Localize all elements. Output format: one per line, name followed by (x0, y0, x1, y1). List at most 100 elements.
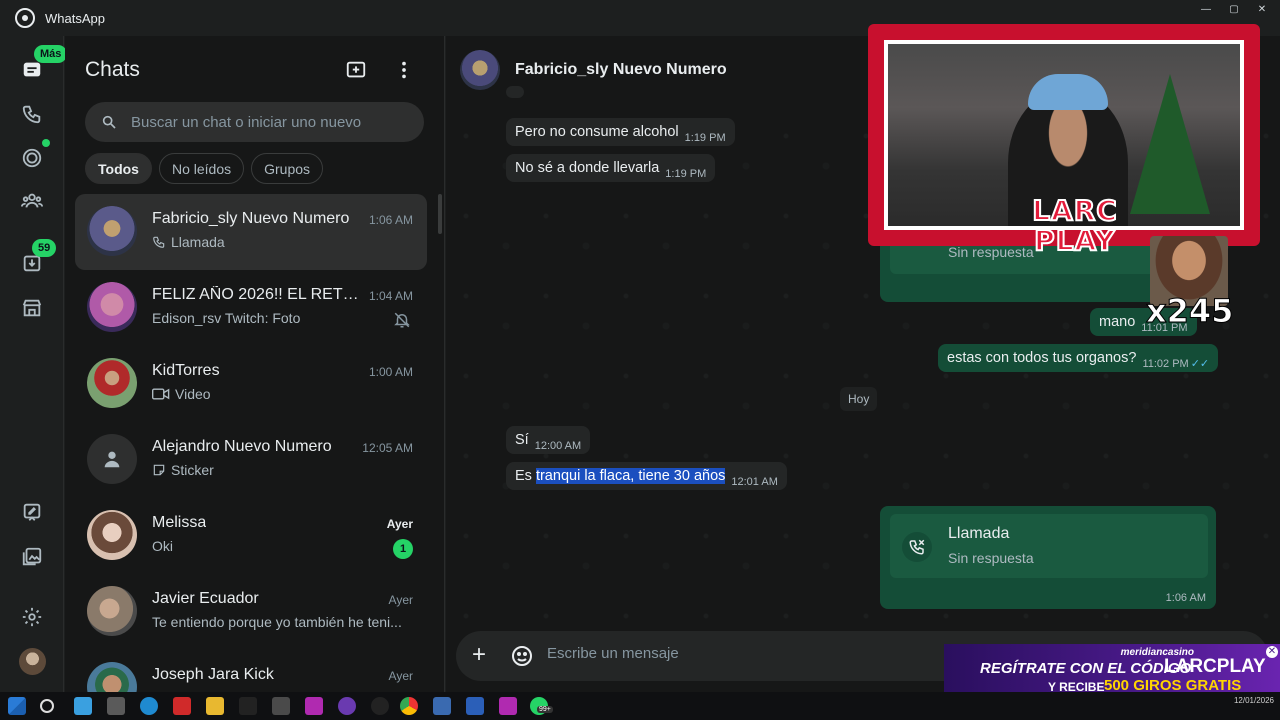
chat-row[interactable]: Alejandro Nuevo Numero 12:05 AM Sticker (75, 422, 427, 498)
missed-call-icon (902, 532, 932, 562)
app-taskbar-icon[interactable] (499, 697, 517, 715)
chat-row[interactable]: KidTorres 1:00 AM Video (75, 346, 427, 422)
meta-ai-nav-icon[interactable] (18, 498, 46, 526)
call-time: 1:06 AM (1165, 592, 1206, 604)
windows-taskbar: 99+ 12/01/2026 (0, 692, 1280, 720)
status-nav-icon[interactable] (18, 144, 46, 172)
logo-line1: LARC (1031, 194, 1118, 227)
filter-all[interactable]: Todos (85, 153, 152, 184)
chat-list-scrollbar[interactable] (438, 194, 442, 234)
muted-bell-icon (394, 312, 410, 328)
store-taskbar-icon[interactable] (74, 697, 92, 715)
media-nav-icon[interactable] (18, 543, 46, 571)
folder-icon[interactable] (206, 697, 224, 715)
app-taskbar-icon[interactable] (173, 697, 191, 715)
search-bar[interactable] (85, 102, 424, 142)
calculator-icon[interactable] (433, 697, 451, 715)
message-text: mano (1099, 314, 1136, 330)
video-icon (152, 388, 170, 400)
search-input[interactable] (131, 113, 411, 131)
app-taskbar-icon[interactable] (107, 697, 125, 715)
minimize-button[interactable]: — (1196, 4, 1216, 18)
search-icon (102, 115, 116, 129)
chat-row[interactable]: Joseph Jara Kick Ayer (75, 650, 427, 692)
word-icon[interactable] (466, 697, 484, 715)
chat-time: 1:00 AM (368, 365, 413, 379)
message-text: Pero no consume alcohol (515, 124, 679, 140)
chat-time: 1:04 AM (368, 289, 413, 303)
settings-gear-icon[interactable] (18, 603, 46, 631)
chat-avatar (87, 586, 137, 636)
app-taskbar-icon[interactable] (371, 697, 389, 715)
day-divider: Hoy (840, 387, 878, 411)
start-icon[interactable] (8, 697, 26, 715)
app-taskbar-icon[interactable] (239, 697, 257, 715)
message-bubble[interactable]: Sí 12:00 AM (506, 426, 591, 454)
chat-time: Ayer (388, 593, 413, 607)
ad-close-icon: ✕ (1266, 646, 1278, 658)
chat-avatar (87, 282, 137, 332)
menu-kebab-icon[interactable] (392, 58, 416, 82)
chat-avatar (87, 662, 137, 692)
message-bubble[interactable]: No sé a donde llevarla 1:19 PM (506, 154, 716, 182)
sticker-emoji-icon[interactable] (510, 644, 534, 668)
app-taskbar-icon[interactable] (305, 697, 323, 715)
chat-preview-text: Te entiendo porque yo también he teni... (152, 614, 402, 630)
call-card-inner: Llamada Sin respuesta (890, 514, 1208, 578)
app-taskbar-icon[interactable] (272, 697, 290, 715)
chat-time: Ayer (386, 517, 413, 531)
taskbar-clock: 12/01/2026 (1234, 696, 1274, 706)
close-button[interactable]: ✕ (1252, 4, 1272, 18)
chat-preview: Te entiendo porque yo también he teni... (152, 614, 402, 630)
message-bubble[interactable]: estas con todos tus organos? 11:02 PM ✓✓ (938, 344, 1219, 372)
unread-count-badge: 1 (393, 539, 413, 559)
chat-name: Fabricio_sly Nuevo Numero (152, 210, 350, 227)
selected-text: tranqui la flaca, tiene 30 años (535, 468, 726, 484)
chrome-icon[interactable] (400, 697, 418, 715)
communities-nav-icon[interactable] (18, 187, 46, 215)
maximize-button[interactable]: ▢ (1224, 4, 1244, 18)
chat-preview-text: Edison_rsv Twitch: Foto (152, 310, 301, 326)
app-taskbar-icon[interactable] (338, 697, 356, 715)
call-status: Sin respuesta (948, 550, 1034, 566)
sticker-icon (153, 464, 165, 476)
chat-avatar (87, 434, 137, 484)
chat-name: Javier Ecuador (152, 590, 259, 607)
chat-row[interactable]: FELIZ AÑO 2026!! EL RETIR... 1:04 AM Edi… (75, 270, 427, 346)
edge-icon[interactable] (140, 697, 158, 715)
chat-time: Ayer (388, 669, 413, 683)
counter-overlay: x245 (1145, 292, 1234, 331)
chat-rows: Fabricio_sly Nuevo Numero 1:06 AM Llamad… (75, 194, 427, 692)
filter-groups[interactable]: Grupos (251, 153, 324, 184)
chat-name: Alejandro Nuevo Numero (152, 438, 332, 455)
message-bubble[interactable]: Es tranqui la flaca, tiene 30 años 12:01 … (506, 462, 787, 490)
calls-nav-icon[interactable] (18, 100, 46, 128)
new-chat-icon[interactable] (344, 58, 368, 82)
profile-avatar[interactable] (19, 648, 46, 675)
filter-unread[interactable]: No leídos (158, 153, 245, 184)
message-text: No sé a donde llevarla (515, 160, 660, 176)
chat-preview: Oki (152, 538, 173, 554)
contact-avatar[interactable] (460, 50, 500, 90)
call-title: Llamada (948, 525, 1010, 542)
chat-row[interactable]: Melissa Ayer Oki 1 (75, 498, 427, 574)
ad-line1: REGÍTRATE CON EL CÓDIGO (980, 660, 1192, 677)
store-nav-icon[interactable] (18, 294, 46, 322)
chat-row[interactable]: Javier Ecuador Ayer Te entiendo porque y… (75, 574, 427, 650)
chat-list-panel: Chats Todos No leídos Grupos Fabricio_sl… (65, 36, 445, 692)
phone-icon (153, 236, 165, 248)
chat-time: 1:06 AM (368, 213, 413, 227)
chat-preview-text: Llamada (171, 234, 225, 250)
attach-plus-icon[interactable]: + (472, 643, 486, 667)
message-bubble[interactable]: Pero no consume alcohol 1:19 PM (506, 118, 735, 146)
chat-row[interactable]: Fabricio_sly Nuevo Numero 1:06 AM Llamad… (75, 194, 427, 270)
contact-name[interactable]: Fabricio_sly Nuevo Numero (515, 61, 727, 79)
default-user-icon (104, 451, 120, 468)
call-card[interactable]: Llamada Sin respuesta 1:06 AM (880, 506, 1216, 609)
search-taskbar-icon[interactable] (40, 699, 54, 713)
message-text: estas con todos tus organos? (947, 350, 1137, 366)
chat-preview: Sticker (152, 462, 214, 478)
filter-chips: Todos No leídos Grupos (85, 153, 324, 184)
christmas-tree (1130, 74, 1210, 214)
message-time: 1:19 PM (665, 168, 707, 180)
